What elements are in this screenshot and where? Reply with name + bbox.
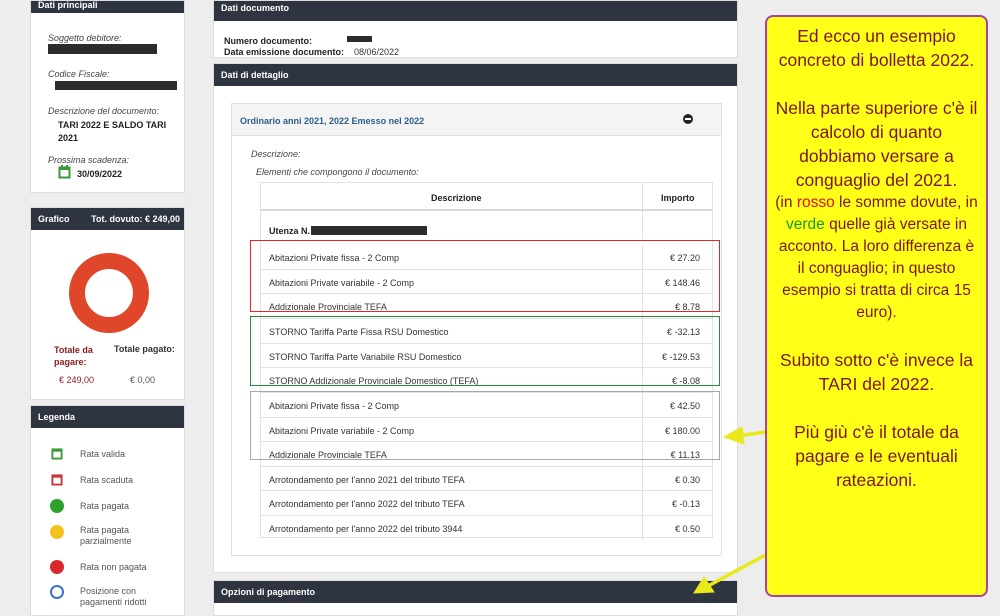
note-rosso: rosso [796,194,835,211]
note-verde: verde [786,216,825,233]
explanation-note: Ed ecco un esempio concreto di bolletta … [765,15,988,597]
note-paragraph-2: Nella parte superiore c'è il calcolo di … [775,98,978,190]
note-paragraph-5: Più giù c'è il totale da pagare e le eve… [794,422,959,490]
note-paragraph-4: Subito sotto c'è invece la TARI del 2022… [779,350,974,394]
note-paragraph-1: Ed ecco un esempio concreto di bolletta … [778,26,975,70]
note-paragraph-2-group: Nella parte superiore c'è il calcolo di … [775,96,978,324]
note-paragraph-3: (in rosso le somme dovute, in verde quel… [775,194,978,321]
